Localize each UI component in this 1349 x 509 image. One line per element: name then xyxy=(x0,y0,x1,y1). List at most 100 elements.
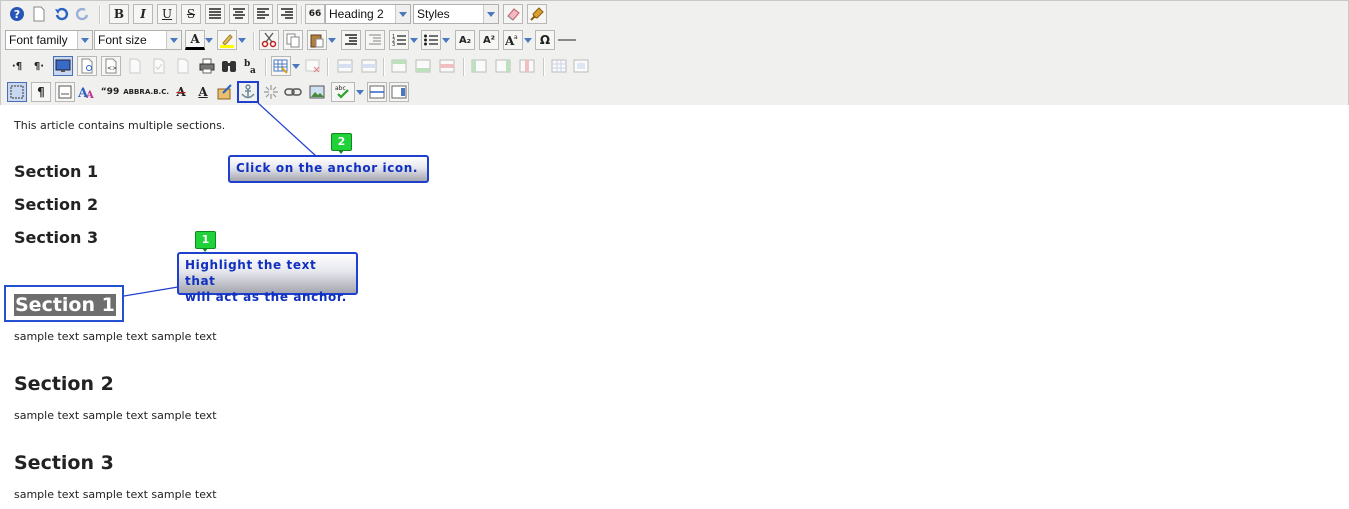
section-1-body: sample text sample text sample text xyxy=(14,330,217,343)
copy-icon[interactable] xyxy=(283,30,303,50)
bullet-list-dropdown[interactable] xyxy=(441,30,451,50)
insert-template-icon[interactable] xyxy=(389,82,409,102)
font-family-select[interactable]: Font family xyxy=(5,30,93,50)
split-cells-icon[interactable] xyxy=(549,56,569,76)
step-1-callout: Highlight the text that will act as the … xyxy=(177,252,358,304)
font-size-dropdown[interactable] xyxy=(523,30,533,50)
find-replace-icon[interactable] xyxy=(219,56,239,76)
merge-cells-icon[interactable] xyxy=(571,56,591,76)
numbered-list-icon[interactable]: 123 xyxy=(389,30,409,50)
row-after-icon[interactable] xyxy=(359,56,379,76)
font-color-dropdown[interactable] xyxy=(204,30,214,50)
align-left-icon[interactable] xyxy=(253,4,273,24)
visual-aid-toggle-icon[interactable] xyxy=(7,82,27,102)
font-color-icon[interactable]: A xyxy=(185,30,205,50)
styles-select[interactable]: Styles xyxy=(413,4,499,24)
bold-icon[interactable]: B xyxy=(109,4,129,24)
strikethrough-icon[interactable]: S xyxy=(181,4,201,24)
link-icon[interactable] xyxy=(283,82,303,102)
acronym-icon[interactable]: A.B.C. xyxy=(145,82,169,102)
paste-icon[interactable] xyxy=(307,30,327,50)
horizontal-rule-icon[interactable] xyxy=(557,30,577,50)
step-2-callout: Click on the anchor icon. xyxy=(228,155,429,183)
insert-layer-icon[interactable] xyxy=(55,82,75,102)
visual-aid-icon[interactable] xyxy=(149,56,169,76)
insert-column-after-icon[interactable] xyxy=(493,56,513,76)
preview-icon[interactable] xyxy=(77,56,97,76)
font-size-value: Font size xyxy=(98,33,147,47)
spellcheck-icon[interactable]: abc xyxy=(331,82,355,102)
delete-table-icon[interactable] xyxy=(303,56,323,76)
format-select-value: Heading 2 xyxy=(329,7,384,21)
bullet-list-icon[interactable] xyxy=(421,30,441,50)
format-select[interactable]: Heading 2 xyxy=(325,4,411,24)
font-size-select[interactable]: Font size xyxy=(94,30,182,50)
styles-props-icon[interactable]: AA xyxy=(77,82,97,102)
cite-icon[interactable]: “99 xyxy=(99,82,121,102)
delete-row-icon[interactable] xyxy=(437,56,457,76)
insert-table-icon[interactable] xyxy=(271,56,291,76)
remove-format-icon[interactable] xyxy=(503,4,523,24)
row-before-icon[interactable] xyxy=(335,56,355,76)
delete-column-icon[interactable] xyxy=(517,56,537,76)
insert-column-before-icon[interactable] xyxy=(469,56,489,76)
redo-icon[interactable] xyxy=(73,4,93,24)
subscript-icon[interactable]: A₂ xyxy=(455,30,475,50)
justify-full-icon[interactable] xyxy=(205,4,225,24)
section-3-heading: Section 3 xyxy=(14,452,114,474)
svg-text:<>: <> xyxy=(107,65,117,72)
section-1-heading[interactable]: Section 1 xyxy=(14,294,116,316)
abbr-icon[interactable]: ABBR xyxy=(123,82,145,102)
indent-icon[interactable] xyxy=(341,30,361,50)
html-source-icon[interactable]: <> xyxy=(101,56,121,76)
help-icon[interactable]: ? xyxy=(7,4,27,24)
step-2-text: Click on the anchor icon. xyxy=(236,161,419,175)
numbered-list-dropdown[interactable] xyxy=(409,30,419,50)
selected-heading-text[interactable]: Section 1 xyxy=(14,294,116,316)
svg-text:3: 3 xyxy=(392,42,395,47)
replace-icon[interactable]: ba xyxy=(241,56,261,76)
highlight-dropdown[interactable] xyxy=(237,30,247,50)
superscript-icon[interactable]: A² xyxy=(479,30,499,50)
attributes-icon[interactable] xyxy=(215,82,235,102)
cleanup-icon[interactable] xyxy=(527,4,547,24)
insert-row-above-icon[interactable] xyxy=(389,56,409,76)
section-2-heading: Section 2 xyxy=(14,373,114,395)
align-center-icon[interactable] xyxy=(229,4,249,24)
deletion-icon[interactable]: A xyxy=(171,82,191,102)
rtl-icon[interactable]: ¶· xyxy=(29,56,49,76)
cut-icon[interactable] xyxy=(259,30,279,50)
ltr-icon[interactable]: ·¶ xyxy=(7,56,27,76)
step-2-badge: 2 xyxy=(331,133,352,154)
insertion-icon[interactable]: A xyxy=(193,82,213,102)
step-1-badge: 1 xyxy=(195,231,216,252)
fullscreen-icon[interactable] xyxy=(53,56,73,76)
svg-text:?: ? xyxy=(14,8,20,21)
undo-icon[interactable] xyxy=(51,4,71,24)
align-right-icon[interactable] xyxy=(277,4,297,24)
italic-icon[interactable]: I xyxy=(133,4,153,24)
outdent-icon[interactable] xyxy=(365,30,385,50)
blank-page-icon[interactable] xyxy=(173,56,193,76)
anchor-icon[interactable] xyxy=(237,81,259,103)
insert-table-dropdown[interactable] xyxy=(291,56,301,76)
toc-link-section-2: Section 2 xyxy=(14,195,99,214)
template-icon[interactable] xyxy=(125,56,145,76)
print-icon[interactable] xyxy=(197,56,217,76)
svg-text:a: a xyxy=(514,34,518,41)
page-break-icon[interactable] xyxy=(367,82,387,102)
blockquote-icon[interactable]: 66 xyxy=(305,4,325,24)
image-icon[interactable] xyxy=(307,82,327,102)
paste-dropdown[interactable] xyxy=(327,30,337,50)
spellcheck-dropdown[interactable] xyxy=(355,82,365,102)
font-size-icon[interactable]: Aa xyxy=(503,30,523,50)
new-document-icon[interactable] xyxy=(29,4,49,24)
step-1-text-line-2: will act as the anchor. xyxy=(185,290,347,304)
underline-icon[interactable]: U xyxy=(157,4,177,24)
unlink-icon[interactable] xyxy=(261,82,281,102)
editor-content-area[interactable]: This article contains multiple sections.… xyxy=(0,105,1349,509)
insert-row-below-icon[interactable] xyxy=(413,56,433,76)
highlight-icon[interactable] xyxy=(217,30,237,50)
special-char-icon[interactable]: Ω xyxy=(535,30,555,50)
show-blocks-icon[interactable]: ¶ xyxy=(31,82,51,102)
